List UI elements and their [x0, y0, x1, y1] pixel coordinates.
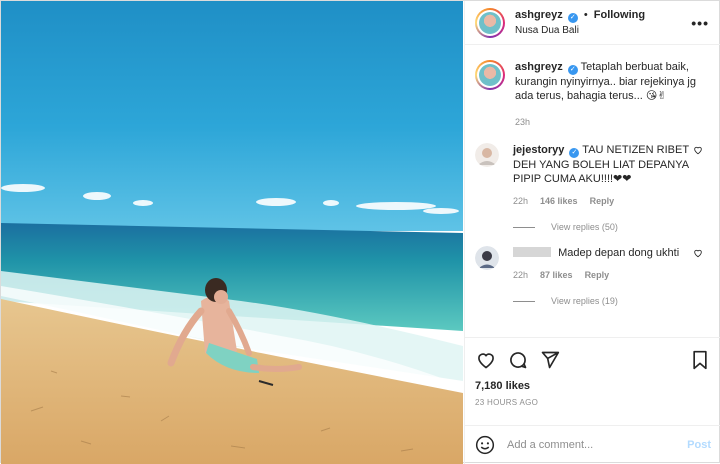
comment-icon[interactable]	[507, 349, 529, 371]
post-photo[interactable]	[1, 1, 463, 464]
comment-item: jejestoryy ✓ TAU NETIZEN RIBET DEH YANG …	[475, 143, 711, 208]
post-header: ashgreyz ✓ • Following Nusa Dua Bali •••	[465, 1, 720, 45]
reply-button[interactable]: Reply	[590, 194, 615, 208]
view-replies-button[interactable]: View replies (50)	[513, 222, 711, 232]
following-button[interactable]: Following	[594, 9, 645, 21]
likes-count[interactable]: 7,180 likes	[475, 380, 711, 392]
instagram-post: ashgreyz ✓ • Following Nusa Dua Bali •••…	[0, 0, 720, 464]
commenter-avatar[interactable]	[475, 143, 499, 167]
view-replies-button[interactable]: View replies (19)	[513, 296, 711, 306]
verified-badge-icon: ✓	[569, 148, 580, 158]
commenter-avatar[interactable]	[475, 246, 499, 270]
reply-button[interactable]: Reply	[585, 268, 610, 282]
comment-time[interactable]: 22h	[513, 268, 528, 282]
view-replies-label: View replies (50)	[551, 222, 618, 232]
comment-likes[interactable]: 146 likes	[540, 194, 578, 208]
comment-username[interactable]: jejestoryy	[513, 144, 564, 156]
add-comment-bar: Post	[465, 425, 720, 464]
author-username[interactable]: ashgreyz	[515, 9, 563, 21]
comment-heart-icon[interactable]	[693, 145, 703, 155]
comment-time[interactable]: 22h	[513, 194, 528, 208]
verified-badge-icon: ✓	[567, 65, 578, 75]
comment-likes[interactable]: 87 likes	[540, 268, 573, 282]
post-actions: 7,180 likes 23 HOURS AGO	[465, 337, 720, 425]
post-timestamp[interactable]: 23 HOURS AGO	[475, 398, 711, 407]
location-link[interactable]: Nusa Dua Bali	[515, 23, 645, 38]
comment-item: Madep depan dong ukhti 22h 87 likes Repl…	[475, 246, 711, 282]
caption: ashgreyz ✓ Tetaplah berbuat baik, kurang…	[475, 60, 711, 129]
comments-section: ashgreyz ✓ Tetaplah berbuat baik, kurang…	[465, 46, 720, 336]
post-side-panel: ashgreyz ✓ • Following Nusa Dua Bali •••…	[464, 1, 720, 464]
bookmark-icon[interactable]	[689, 349, 711, 371]
verified-badge-icon: ✓	[567, 12, 578, 23]
heart-icon[interactable]	[475, 349, 497, 371]
post-comment-button[interactable]: Post	[687, 439, 711, 451]
caption-username[interactable]: ashgreyz	[515, 61, 563, 73]
more-options-icon[interactable]: •••	[691, 15, 709, 31]
caption-time[interactable]: 23h	[515, 115, 705, 129]
comment-input[interactable]	[507, 439, 677, 451]
view-replies-label: View replies (19)	[551, 296, 618, 306]
send-icon[interactable]	[539, 349, 561, 371]
caption-avatar[interactable]	[475, 60, 505, 90]
comment-heart-icon[interactable]	[693, 248, 703, 258]
comment-text: Madep depan dong ukhti	[558, 247, 680, 259]
emoji-icon[interactable]	[475, 435, 495, 455]
beach-photo	[1, 1, 463, 464]
blurred-username	[513, 247, 551, 257]
author-avatar[interactable]	[475, 7, 505, 38]
